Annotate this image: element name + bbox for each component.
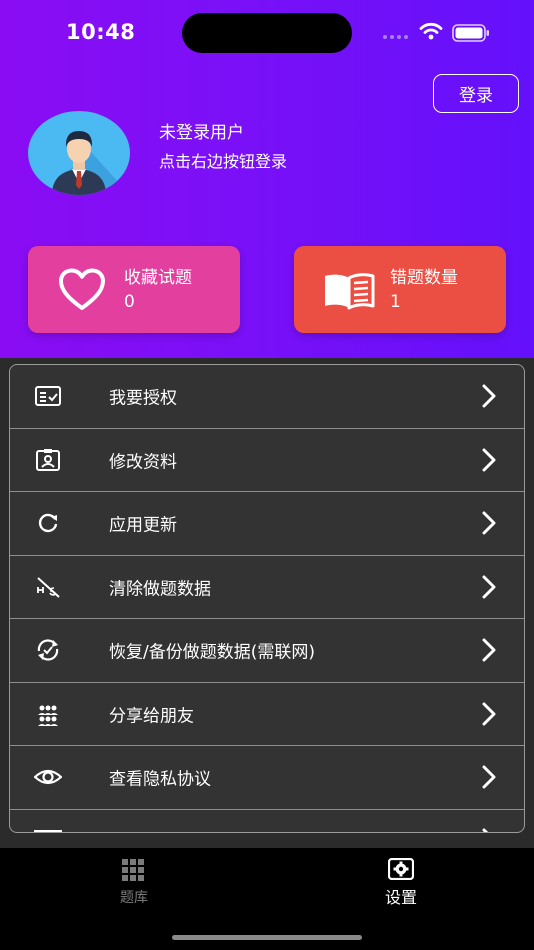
menu-label: 我要授权 [109,388,177,409]
eye-icon [34,770,62,785]
status-bar: 10:48 [0,0,534,66]
favorites-count: 0 [124,292,135,312]
home-indicator[interactable] [172,935,362,940]
chevron-right-icon [482,765,496,789]
sync-icon [37,639,59,661]
grid-icon [122,859,144,881]
profile-header: 10:48 登录 未登录用户 点击右边按钮登录 收藏试题 0 错题数量 1 [0,0,534,358]
favorites-label: 收藏试题 [124,268,192,288]
user-name: 未登录用户 [159,123,244,143]
tab-question-bank[interactable]: 题库 [64,856,204,912]
chevron-right-icon [482,575,496,599]
chevron-right-icon [482,828,489,832]
settings-menu: 我要授权 修改资料 应用更新 清除做题数据 恢复/备份做题数据(需联网) 分享给… [9,364,525,833]
wifi-icon [419,22,443,40]
settings-icon [388,858,414,880]
menu-item-share[interactable]: 分享给朋友 [10,683,524,746]
chevron-right-icon [482,511,496,535]
chevron-right-icon [482,384,496,408]
menu-label: 恢复/备份做题数据(需联网) [109,642,315,663]
menu-item-restore-backup[interactable]: 恢复/备份做题数据(需联网) [10,619,524,683]
login-button[interactable]: 登录 [433,74,519,113]
menu-item-privacy-policy[interactable]: 查看隐私协议 [10,746,524,810]
menu-item-app-update[interactable]: 应用更新 [10,492,524,556]
partial-menu-icon [34,829,62,832]
user-avatar-icon [52,131,130,195]
menu-label: 分享给朋友 [109,706,194,727]
wrong-questions-count: 1 [390,292,401,312]
signal-icon [383,35,408,39]
share-people-icon [38,705,58,726]
settings-screen: 10:48 登录 未登录用户 点击右边按钮登录 收藏试题 0 错题数量 1 我要… [0,0,534,950]
book-icon [325,273,375,310]
chevron-right-icon [482,638,496,662]
login-hint: 点击右边按钮登录 [159,152,288,171]
tab-settings[interactable]: 设置 [331,856,471,912]
menu-item-clear-data[interactable]: 清除做题数据 [10,556,524,619]
battery-icon [452,24,489,42]
heart-icon [59,268,105,310]
menu-label: 查看隐私协议 [109,769,211,790]
license-icon [35,386,61,407]
dynamic-island [182,13,352,53]
avatar[interactable] [28,111,130,195]
refresh-icon [38,514,58,533]
wrong-questions-label: 错题数量 [390,268,458,288]
status-time: 10:48 [66,20,136,44]
wrong-questions-card[interactable]: 错题数量 1 [294,246,506,333]
tab-label: 题库 [120,890,148,906]
chevron-right-icon [482,702,496,726]
menu-item-partial[interactable] [10,810,524,832]
menu-item-edit-profile[interactable]: 修改资料 [10,429,524,492]
menu-item-authorize[interactable]: 我要授权 [10,365,524,429]
tab-label: 设置 [384,888,417,907]
favorites-card[interactable]: 收藏试题 0 [28,246,240,333]
menu-label: 清除做题数据 [109,579,211,600]
profile-card-icon [36,448,60,471]
chevron-right-icon [482,448,496,472]
menu-label: 修改资料 [109,452,177,473]
clear-data-icon [37,577,60,598]
menu-label: 应用更新 [109,515,177,536]
